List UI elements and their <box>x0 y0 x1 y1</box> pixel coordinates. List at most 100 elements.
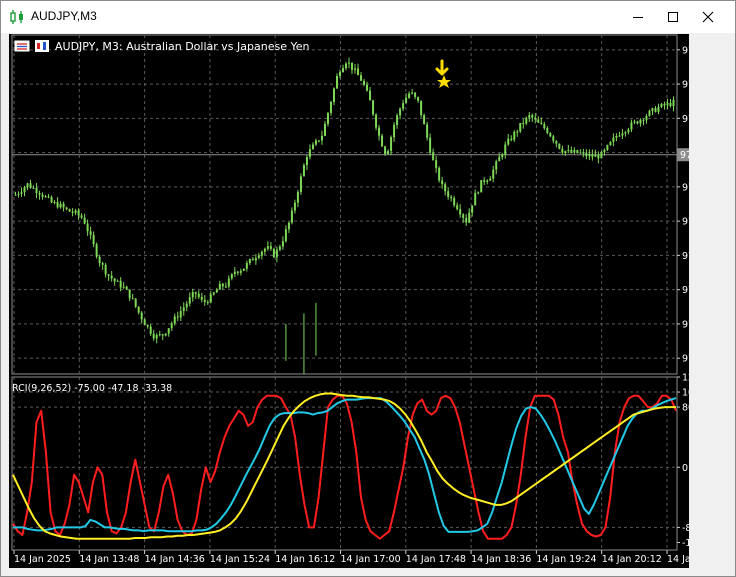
candle-body <box>603 149 606 153</box>
candle-body <box>212 292 215 295</box>
price-axis-label: 97.855 <box>682 80 689 91</box>
candle-body <box>293 202 296 211</box>
candle-body <box>444 184 447 192</box>
candle-body <box>71 211 74 213</box>
price-axis-label: 97.335 <box>682 354 689 365</box>
candle-body <box>266 246 269 249</box>
candle-body <box>591 154 594 157</box>
candle-body <box>188 297 191 304</box>
candle-body <box>552 136 555 141</box>
candle-body <box>335 75 338 89</box>
candle-body <box>245 263 248 269</box>
candle-body <box>197 293 200 298</box>
candle-body <box>20 192 23 194</box>
rci-axis-label: -100.00 <box>682 538 689 549</box>
candle-body <box>311 144 314 150</box>
candle-body <box>420 100 423 116</box>
price-candles <box>14 57 675 374</box>
time-axis-label: 14 Jan 15:24 <box>210 554 270 565</box>
candle-body <box>546 128 549 133</box>
time-axis-label: 14 Jan 19:24 <box>536 554 596 565</box>
candle-body <box>441 180 444 185</box>
candle-body <box>417 96 420 101</box>
candle-body <box>257 255 260 258</box>
candle-body <box>348 62 351 64</box>
candle-body <box>567 149 570 152</box>
candle-body <box>597 154 600 159</box>
candle-body <box>284 229 287 242</box>
candle-body <box>14 194 17 196</box>
time-axis-label: 14 Jan 14:36 <box>145 554 205 565</box>
candle-body <box>110 275 113 279</box>
candle-body <box>194 292 197 294</box>
price-axis-label: 97.400 <box>682 319 689 330</box>
candle-body <box>317 140 320 142</box>
candle-body <box>158 334 161 336</box>
candle-body <box>62 203 65 208</box>
candle-body <box>23 187 26 193</box>
candle-body <box>203 299 206 302</box>
candle-body <box>233 271 236 275</box>
candle-body <box>323 123 326 136</box>
candle-body <box>582 152 585 154</box>
candle-body <box>263 248 266 252</box>
candle-body <box>47 196 50 198</box>
candle-body <box>600 152 603 159</box>
candle-body <box>128 289 131 299</box>
candle-body <box>44 196 47 198</box>
candle-body <box>305 157 308 166</box>
candle-body <box>242 268 245 271</box>
candle-body <box>164 333 167 336</box>
candle-body <box>320 135 323 141</box>
candle-body <box>378 127 381 136</box>
candle-body <box>537 119 540 123</box>
chart-symbol-description: AUDJPY, M3: Australian Dollar vs Japanes… <box>55 40 309 53</box>
candle-body <box>155 335 158 339</box>
candle-body <box>606 145 609 150</box>
candle-body <box>627 129 630 133</box>
candle-body <box>80 215 83 218</box>
price-axis-label: 97.465 <box>682 285 689 296</box>
candle-body <box>372 100 375 115</box>
chart-area[interactable]: 97.92097.85597.79097.72597.66097.59597.5… <box>9 34 727 568</box>
candle-body <box>227 278 230 287</box>
candle-body <box>453 198 456 206</box>
candle-body <box>621 133 624 136</box>
rci-axis-label: 80.00 <box>682 403 689 414</box>
candle-body <box>275 249 278 258</box>
candle-body <box>654 108 657 112</box>
price-axis-label: 97.595 <box>682 217 689 228</box>
candle-body <box>167 328 170 334</box>
candle-body <box>636 121 639 124</box>
candle-body <box>98 256 101 264</box>
candle-body <box>290 210 293 223</box>
candle-body <box>477 192 480 194</box>
candle-body <box>543 124 546 129</box>
close-button[interactable] <box>691 1 725 33</box>
time-axis-label: 14 Jan 17:00 <box>341 554 401 565</box>
candle-body <box>498 157 501 162</box>
candle-body <box>224 286 227 288</box>
title-bar[interactable]: AUDJPY,M3 <box>1 1 735 33</box>
candle-body <box>471 205 474 213</box>
chart-canvas[interactable]: 97.92097.85597.79097.72597.66097.59597.5… <box>9 34 727 568</box>
candle-body <box>41 194 44 197</box>
candle-body <box>50 197 53 203</box>
price-axis-label: 97.920 <box>682 45 689 56</box>
candle-body <box>450 196 453 199</box>
chart-type-icon-bar <box>37 43 40 49</box>
candle-body <box>648 110 651 117</box>
candle-body <box>140 312 143 320</box>
rci-series-line-3 <box>12 392 676 540</box>
candle-body <box>281 241 284 247</box>
candle-body <box>206 301 209 303</box>
candle-body <box>239 270 242 273</box>
candle-body <box>540 122 543 125</box>
chart-type-icon-bar <box>43 42 46 50</box>
minimize-button[interactable] <box>621 1 655 33</box>
maximize-button[interactable] <box>656 1 690 33</box>
candle-body <box>534 117 537 120</box>
chart-header: AUDJPY, M3: Australian Dollar vs Japanes… <box>14 40 309 53</box>
candle-body <box>209 294 212 303</box>
candle-body <box>369 90 372 101</box>
